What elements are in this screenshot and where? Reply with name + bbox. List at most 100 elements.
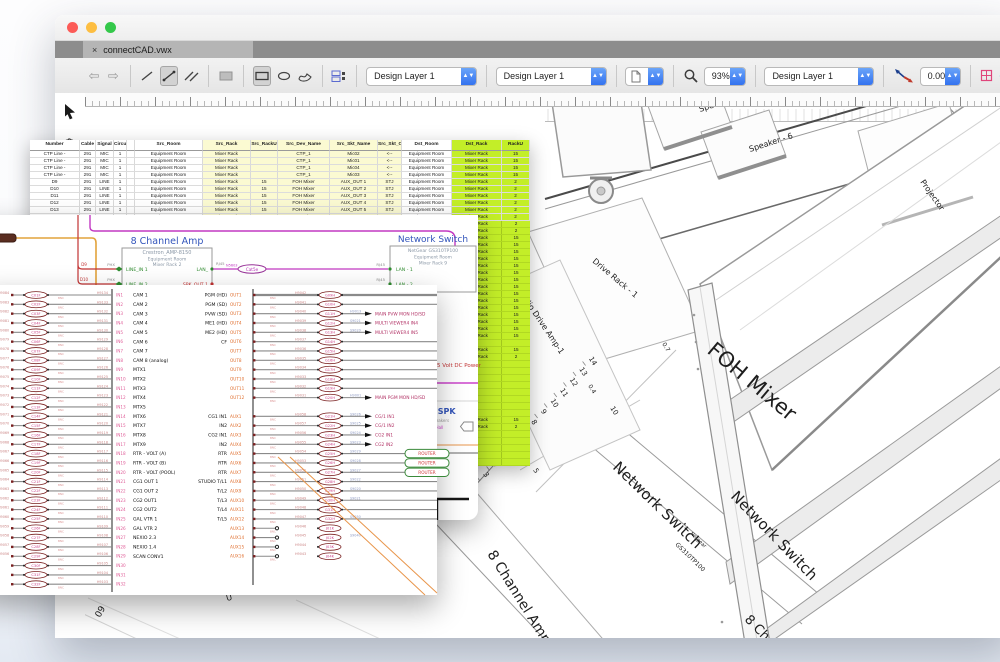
- column-header[interactable]: Dst_Room: [402, 140, 452, 151]
- column-header[interactable]: Src_Skt_Conn: [378, 140, 402, 151]
- svg-text:C09F: C09F: [31, 368, 40, 372]
- svg-text:H9122: H9122: [97, 403, 108, 407]
- zoom-search-icon[interactable]: [683, 66, 699, 86]
- table-cell: Equipment Room: [402, 200, 452, 207]
- rack-strip-u: 15: [513, 284, 519, 289]
- tab-connectcad[interactable]: × connectCAD.vwx: [83, 41, 253, 58]
- input-row: H9078 C07F H9128 BNC IN7 CAM 7: [0, 347, 148, 356]
- design-layer-dropdown-2[interactable]: Design Layer 1 ▲▼: [495, 66, 607, 86]
- table-cell: 1: [114, 165, 127, 172]
- dropdown-stepper-icon[interactable]: ▲▼: [590, 67, 606, 85]
- column-header[interactable]: Src_Skt_Name: [330, 140, 378, 151]
- column-header[interactable]: Dst_Rack: [452, 140, 502, 151]
- svg-text:C06F: C06F: [31, 340, 40, 344]
- svg-text:H9058: H9058: [0, 534, 9, 538]
- table-row[interactable]: CTP Line -291 MIC 1 Equipment Room Mixer Rac…: [30, 165, 530, 172]
- column-header[interactable]: Src_Room: [135, 140, 203, 151]
- table-row[interactable]: D12 291 LINE 1 Equipment Room Mixer Rack 15 FOH…: [30, 200, 530, 207]
- connect-tool-icon[interactable]: [160, 66, 179, 86]
- svg-text:BNC: BNC: [58, 520, 64, 524]
- table-row[interactable]: CTP Line -291 MIC 1 Equipment Room Mixer Rac…: [30, 158, 530, 165]
- svg-text:AUX3: AUX3: [230, 432, 242, 437]
- column-header[interactable]: RackU: [502, 140, 530, 151]
- table-cell: D12: [30, 200, 80, 207]
- svg-text:BNC: BNC: [58, 408, 64, 412]
- svg-text:H9034: H9034: [295, 366, 306, 370]
- svg-text:C05F: C05F: [31, 331, 40, 335]
- rack-strip-u: 15: [513, 235, 519, 240]
- report-grid-icon[interactable]: [980, 66, 994, 86]
- table-row[interactable]: D9 291 LINE 1 Equipment Room Mixer Rack 15 FOH …: [30, 179, 530, 186]
- svg-text:H9053: H9053: [295, 459, 306, 463]
- svg-text:CAM 5: CAM 5: [133, 330, 148, 336]
- freeform-tool-icon[interactable]: [297, 66, 313, 86]
- minimize-window-button[interactable]: [86, 22, 97, 33]
- dropdown-stepper-icon[interactable]: ▲▼: [729, 67, 745, 85]
- table-cell: 1: [114, 186, 127, 193]
- input-row: H9079 C06F H9129 BNC IN6 CAM 6: [0, 338, 148, 347]
- svg-text:RTR: RTR: [218, 451, 228, 457]
- svg-text:G17H: G17H: [325, 368, 335, 372]
- axes-icon[interactable]: [893, 66, 915, 86]
- column-header[interactable]: Src_Dev_Name: [278, 140, 330, 151]
- column-header[interactable]: Signal: [96, 140, 114, 151]
- table-cell: 2: [502, 179, 530, 186]
- ellipse-tool-icon[interactable]: [276, 66, 292, 86]
- filled-rectangle-tool-icon[interactable]: [218, 66, 234, 86]
- table-cell: STJ: [378, 193, 402, 200]
- table-row[interactable]: CTP Line -291 MIC 1 Equipment Room Mixer Rac…: [30, 172, 530, 179]
- svg-text:H9039: H9039: [295, 319, 306, 323]
- table-row[interactable]: CTP Line -291 MIC 1 Equipment Room Mixer Rac…: [30, 151, 530, 158]
- svg-text:H9112: H9112: [97, 496, 108, 500]
- svg-text:GAL VTR 2: GAL VTR 2: [133, 526, 157, 532]
- design-layer-dropdown-3[interactable]: Design Layer 1 ▲▼: [764, 66, 874, 86]
- angle-dropdown[interactable]: 0.00 ▲▼: [919, 66, 962, 86]
- close-window-button[interactable]: [67, 22, 78, 33]
- svg-text:PHX: PHX: [107, 262, 115, 267]
- table-cell: AUX_OUT 3: [330, 193, 378, 200]
- dropdown-stepper-icon[interactable]: ▲▼: [857, 67, 873, 85]
- svg-text:BNC: BNC: [58, 371, 64, 375]
- table-row[interactable]: D10 291 LINE 1 Equipment Room Mixer Rack 15 FOH…: [30, 186, 530, 193]
- forward-icon[interactable]: ⇨: [106, 66, 120, 86]
- svg-text:H9045: H9045: [295, 534, 306, 538]
- organize-grid-icon[interactable]: [331, 66, 347, 86]
- dropdown-stepper-icon[interactable]: ▲▼: [460, 67, 476, 85]
- svg-text:BNC: BNC: [58, 464, 64, 468]
- tab-close-icon[interactable]: ×: [92, 45, 97, 55]
- svg-text:BNC: BNC: [270, 390, 276, 394]
- column-header[interactable]: Src_RackU: [251, 140, 278, 151]
- table-cell: Equipment Room: [135, 200, 203, 207]
- double-line-tool-icon[interactable]: [183, 66, 199, 86]
- column-header[interactable]: Number: [30, 140, 80, 151]
- line-tool-icon[interactable]: [139, 66, 155, 86]
- selection-cursor-icon[interactable]: [61, 103, 79, 121]
- schematic-window-router[interactable]: H9084 C01F H9134 BNC IN1 CAM 1 H9083 C02F H9133 B…: [0, 285, 450, 596]
- zoom-window-button[interactable]: [105, 22, 116, 33]
- column-header[interactable]: Src_Rack: [203, 140, 251, 151]
- sheet-dropdown[interactable]: ▲▼: [625, 66, 664, 86]
- svg-text:BNC: BNC: [270, 455, 276, 459]
- svg-text:ME2 (HD): ME2 (HD): [205, 330, 227, 336]
- table-row[interactable]: D13 291 LINE 1 Equipment Room Mixer Rack 15 FOH…: [30, 207, 530, 214]
- svg-text:PGM (SD): PGM (SD): [205, 302, 227, 308]
- svg-text:CAM 3: CAM 3: [133, 311, 148, 317]
- table-row[interactable]: D11 291 LINE 1 Equipment Room Mixer Rack 15 FOH…: [30, 193, 530, 200]
- column-header[interactable]: Circuit: [114, 140, 127, 151]
- svg-text:G23H: G23H: [325, 433, 335, 437]
- zoom-level-dropdown[interactable]: 93% ▲▼: [703, 66, 746, 86]
- table-cell: LINE: [96, 207, 114, 214]
- rack-strip-u: [502, 459, 530, 465]
- column-header[interactable]: Cable: [80, 140, 96, 151]
- column-header[interactable]: [127, 140, 135, 151]
- input-row: H9082 C03F H9132 BNC IN3 CAM 3: [0, 310, 148, 319]
- back-icon[interactable]: ⇦: [87, 66, 101, 86]
- dropdown-stepper-icon[interactable]: ▲▼: [647, 67, 663, 85]
- output-row: CG1 IN1 AUX1 H9058 BNC G21H S9026 CG/1 IN1: [208, 412, 395, 421]
- design-layer-dropdown-1[interactable]: Design Layer 1 ▲▼: [366, 66, 477, 86]
- svg-text:H9070: H9070: [0, 422, 9, 426]
- dropdown-stepper-icon[interactable]: ▲▼: [945, 67, 961, 85]
- svg-text:BNC: BNC: [58, 334, 64, 338]
- rectangle-tool-icon[interactable]: [252, 66, 271, 86]
- svg-text:T/L2: T/L2: [216, 489, 227, 495]
